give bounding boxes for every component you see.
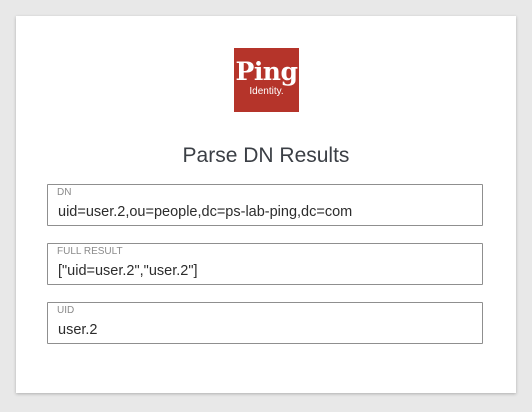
full-result-field[interactable]: FULL RESULT ["uid=user.2","user.2"] [47,243,483,285]
ping-identity-logo: Ping Identity. [234,48,299,112]
dn-field-label: DN [57,187,72,198]
full-result-field-label: FULL RESULT [57,246,123,257]
uid-field-label: UID [57,305,75,316]
logo-subtext: Identity. [249,86,284,97]
logo-wordmark: Ping [235,57,298,86]
full-result-field-value[interactable]: ["uid=user.2","user.2"] [58,262,198,280]
dn-field[interactable]: DN uid=user.2,ou=people,dc=ps-lab-ping,d… [47,184,483,226]
uid-field-value[interactable]: user.2 [58,321,98,339]
dn-field-value[interactable]: uid=user.2,ou=people,dc=ps-lab-ping,dc=c… [58,203,352,221]
page-title: Parse DN Results [182,144,350,167]
uid-field[interactable]: UID user.2 [47,302,483,344]
results-card: Ping Identity. Parse DN Results DN uid=u… [16,16,516,393]
